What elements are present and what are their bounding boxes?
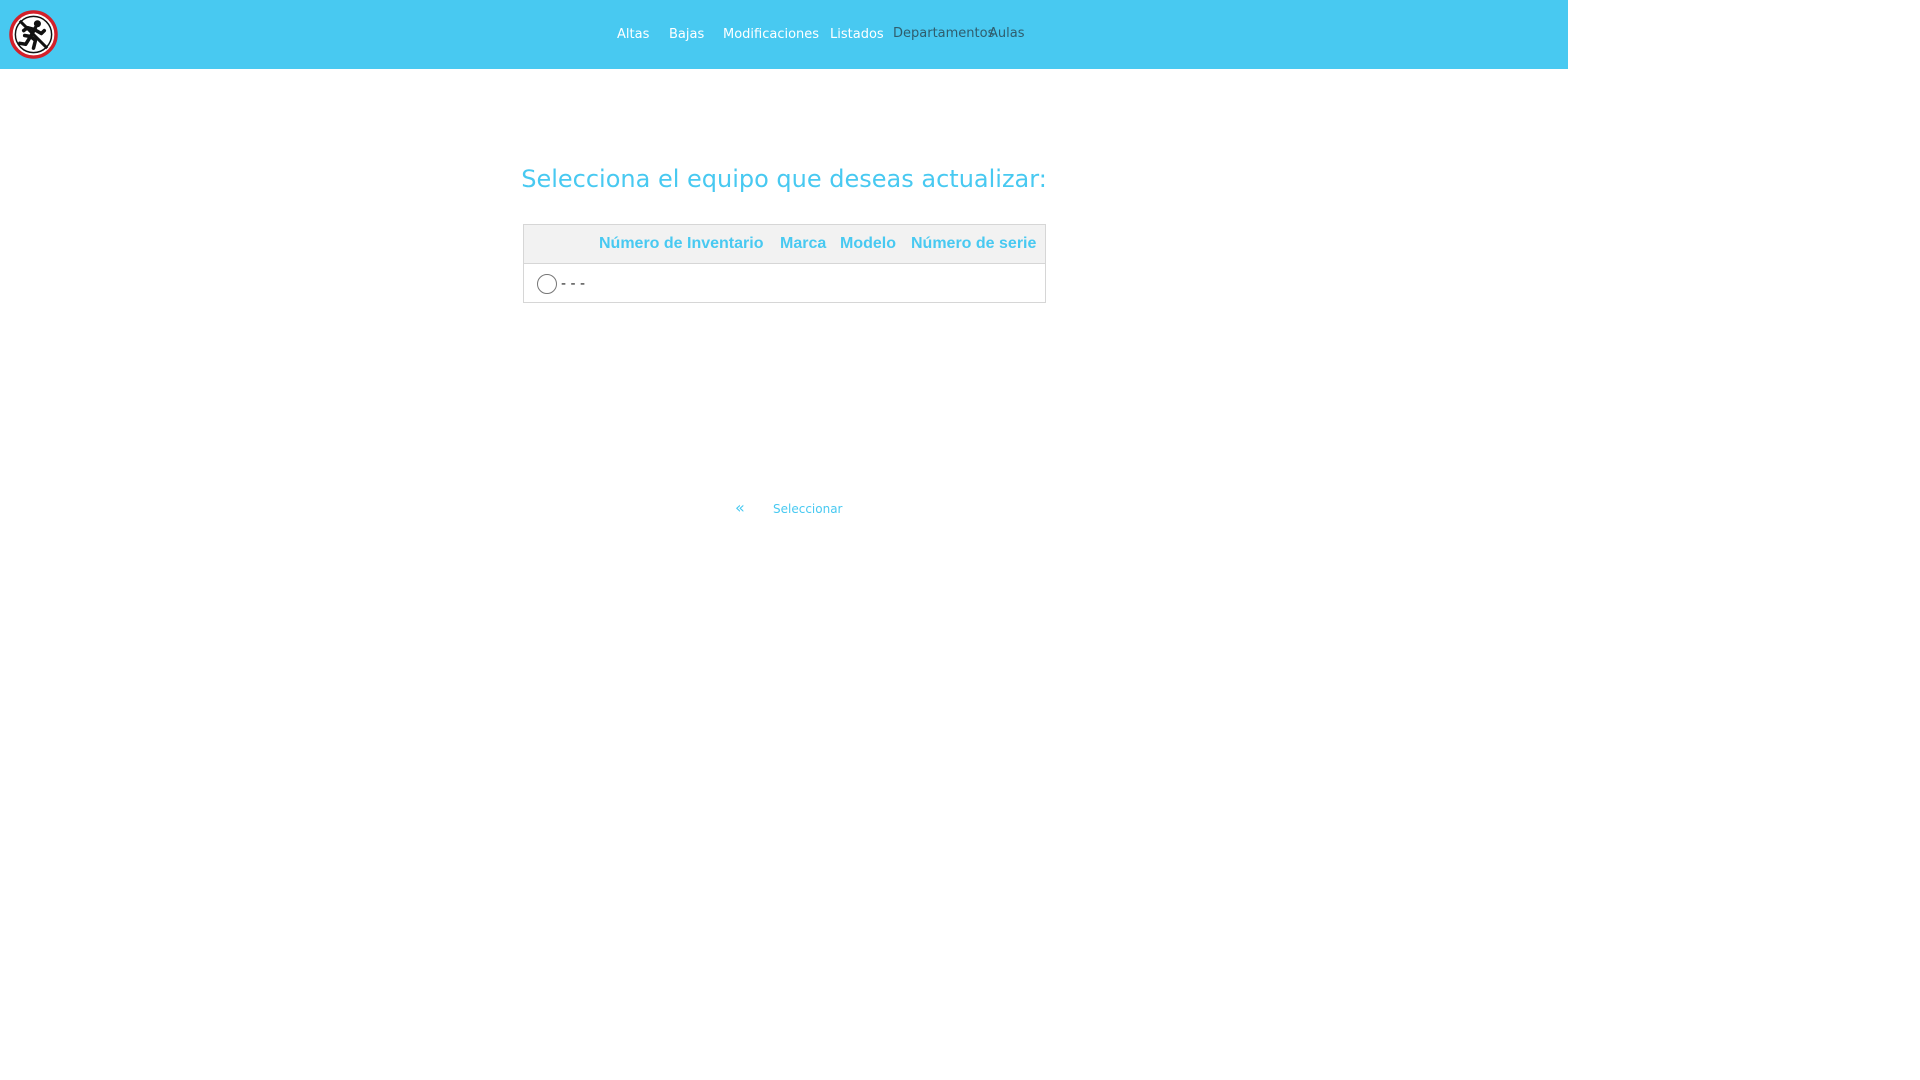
nav-bajas[interactable]: Bajas <box>669 26 704 44</box>
select-link[interactable]: Seleccionar <box>773 501 842 517</box>
equipment-table: Número de Inventario Marca Modelo Número… <box>523 224 1046 303</box>
nav-aulas[interactable]: Aulas <box>989 25 1024 43</box>
row-select-radio[interactable] <box>537 274 557 294</box>
nav-listados[interactable]: Listados <box>830 26 884 44</box>
column-header-modelo: Modelo <box>840 235 896 252</box>
column-header-marca: Marca <box>780 235 827 252</box>
double-chevron-left-icon[interactable]: « <box>735 500 749 516</box>
table-header: Número de Inventario Marca Modelo Número… <box>524 225 1045 264</box>
nav-modificaciones[interactable]: Modificaciones <box>723 26 819 44</box>
column-header-serie: Número de serie <box>911 235 1037 252</box>
nav-departamentos[interactable]: Departamentos <box>893 25 994 43</box>
top-navbar: Altas Bajas Modificaciones Listados Depa… <box>0 0 1568 69</box>
column-header-inventario: Número de Inventario <box>599 235 764 252</box>
nav-altas[interactable]: Altas <box>617 26 649 44</box>
row-placeholder-text: - - - <box>561 276 586 292</box>
logo-icon[interactable] <box>9 10 58 59</box>
page-title: Selecciona el equipo que deseas actualiz… <box>521 165 1047 193</box>
table-row[interactable]: - - - <box>524 264 1045 302</box>
